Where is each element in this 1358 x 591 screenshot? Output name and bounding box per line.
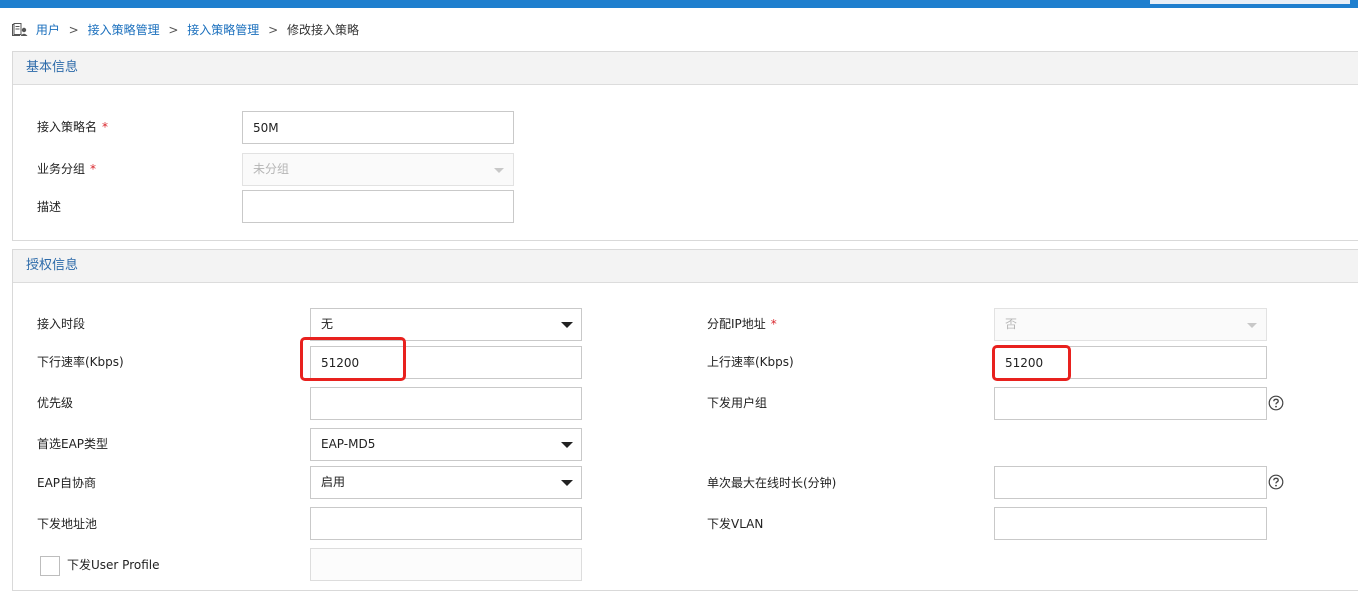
assign-ip-label: 分配IP地址 *: [707, 317, 777, 331]
question-circle-icon[interactable]: [1268, 474, 1284, 490]
policy-name-label: 接入策略名 *: [37, 120, 109, 134]
address-pool-input[interactable]: [310, 507, 582, 540]
description-label: 描述: [37, 200, 62, 214]
breadcrumb: 用户 > 接入策略管理 > 接入策略管理 > 修改接入策略: [12, 20, 359, 40]
top-banner-search-edge: [1150, 0, 1350, 4]
basic-info-panel: 基本信息: [12, 51, 1358, 241]
user-profile-checkbox[interactable]: [40, 556, 60, 576]
chevron-down-icon: [561, 322, 573, 328]
eap-type-label: 首选EAP类型: [37, 437, 109, 451]
user-group-input[interactable]: [994, 387, 1267, 420]
eap-type-value: EAP-MD5: [321, 437, 376, 451]
auth-info-title: 授权信息: [13, 250, 1358, 283]
access-period-select[interactable]: 无: [310, 308, 582, 341]
user-profile-input[interactable]: [310, 548, 582, 581]
eap-type-select[interactable]: EAP-MD5: [310, 428, 582, 461]
required-mark: *: [90, 162, 97, 176]
priority-input[interactable]: [310, 387, 582, 420]
required-mark: *: [102, 120, 109, 134]
user-manage-icon: [12, 23, 28, 43]
service-group-select: 未分组: [242, 153, 514, 186]
chevron-down-icon: [494, 168, 504, 173]
vlan-input[interactable]: [994, 507, 1267, 540]
access-period-value: 无: [321, 317, 334, 331]
chevron-down-icon: [1247, 323, 1257, 328]
breadcrumb-separator: >: [168, 23, 179, 37]
breadcrumb-separator: >: [268, 23, 279, 37]
breadcrumb-current: 修改接入策略: [287, 23, 360, 37]
eap-negotiation-select[interactable]: 启用: [310, 466, 582, 499]
priority-label: 优先级: [37, 396, 74, 410]
basic-info-title: 基本信息: [13, 52, 1358, 85]
max-online-label: 单次最大在线时长(分钟): [707, 476, 837, 490]
required-mark: *: [770, 317, 777, 331]
breadcrumb-link-access-policy-list[interactable]: 接入策略管理: [187, 23, 259, 37]
eap-negotiation-value: 启用: [321, 475, 346, 489]
assign-ip-select: 否: [994, 308, 1267, 341]
max-online-input[interactable]: [994, 466, 1267, 499]
uplink-rate-label: 上行速率(Kbps): [707, 355, 794, 369]
downlink-rate-input[interactable]: [310, 346, 582, 379]
uplink-rate-input[interactable]: [994, 346, 1267, 379]
service-group-value: 未分组: [253, 162, 290, 176]
eap-negotiation-label: EAP自协商: [37, 476, 97, 490]
user-profile-label: 下发User Profile: [67, 558, 160, 572]
chevron-down-icon: [561, 442, 573, 448]
policy-name-input[interactable]: [242, 111, 514, 144]
downlink-rate-label: 下行速率(Kbps): [37, 355, 124, 369]
breadcrumb-separator: >: [68, 23, 79, 37]
service-group-label: 业务分组 *: [37, 162, 97, 176]
description-input[interactable]: [242, 190, 514, 223]
user-group-label: 下发用户组: [707, 396, 768, 410]
breadcrumb-link-user[interactable]: 用户: [36, 23, 60, 37]
breadcrumb-link-access-policy-mgmt[interactable]: 接入策略管理: [88, 23, 160, 37]
vlan-label: 下发VLAN: [707, 517, 764, 531]
question-circle-icon[interactable]: [1268, 395, 1284, 411]
access-period-label: 接入时段: [37, 317, 86, 331]
assign-ip-value: 否: [1005, 317, 1018, 331]
chevron-down-icon: [561, 480, 573, 486]
address-pool-label: 下发地址池: [37, 517, 98, 531]
